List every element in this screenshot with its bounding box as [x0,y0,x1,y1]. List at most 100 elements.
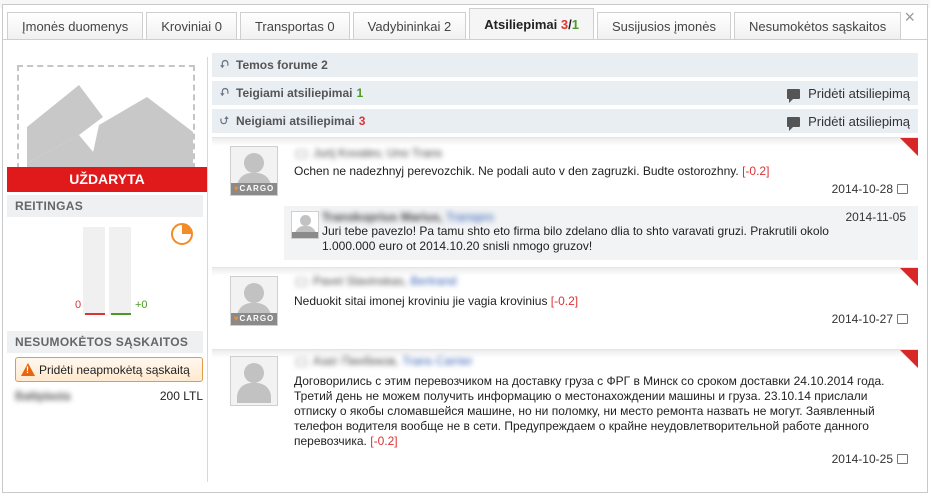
review-shade [212,138,918,146]
negative-reviews-count: 3 [358,114,366,128]
review-author-company: Bertrand [410,274,457,288]
add-unpaid-invoice-label: Pridėti neapmokėtą sąskaitą [39,362,190,377]
tab-managers[interactable]: Vadybininkai 2 [352,12,467,40]
positive-reviews-label: Teigiami atsiliepimai [236,86,353,100]
tab-reviews-count-negative: 3 [560,17,569,32]
reviews-panel: ⮏ Temos forume 2 ⮏ Teigiami atsiliepimai… [212,53,918,477]
negative-corner-marker [900,138,918,156]
negative-corner-marker [900,350,918,368]
company-status-badge: UŽDARYTA [7,167,207,192]
rating-positive-value: +0 [135,299,148,311]
cargo-logo: ♥CARGO [231,183,277,195]
reply-icon[interactable] [897,454,908,464]
tab-bar: Įmonės duomenys Kroviniai 0 Transportas … [7,8,904,40]
reply-author-company: Transpro [446,210,494,224]
timer-icon [171,223,193,245]
review-text-body: Neduokit sitai imonej kroviniu jie vagia… [294,294,548,308]
invoice-amount: 200 LTL [159,389,203,403]
rating-negative-bar [83,227,105,315]
add-negative-review-label: Pridėti atsiliepimą [808,114,910,129]
rating-title: REITINGAS [7,195,203,217]
review-author[interactable]: Pavel Slavinskas, Bertrand [296,274,456,288]
comment-icon [787,88,801,103]
chevron-double-down-icon: ⮏ [220,86,229,99]
reply-date: 2014-11-05 [845,210,907,224]
avatar[interactable]: ♥CARGO [230,276,278,326]
rating-positive-line [111,313,131,315]
rating-negative-line [85,313,105,315]
unpaid-invoices-title: NESUMOKĖTOS SĄSKAITOS [7,331,203,353]
review-author-name: Азат Пинбеков, [313,354,403,368]
review-item: ♥CARGO Jurij Kovalev, Uno Trans Ochen ne… [212,137,918,267]
review-date-text: 2014-10-25 [831,452,893,466]
add-unpaid-invoice-button[interactable]: Pridėti neapmokėtą sąskaitą [15,357,203,382]
tab-underline [3,39,927,40]
forum-topics-section[interactable]: ⮏ Temos forume 2 [212,53,918,77]
invoice-row: Baltiplasta 200 LTL [15,389,203,403]
review-score: [-0.2] [370,434,398,448]
mountain-image-icon [27,85,193,167]
company-logo-placeholder [17,65,195,169]
rating-widget: 0 +0 [7,219,207,319]
review-text: Договорились с этим перевозчиком на дост… [294,374,890,449]
positive-reviews-section[interactable]: ⮏ Teigiami atsiliepimai 1 Pridėti atsilie… [212,81,918,105]
comment-icon [787,116,801,131]
review-date: 2014-10-28 [832,182,908,196]
review-reply: Transkoprius Marius, Transpro 2014-11-05… [284,206,918,260]
review-author-name: Pavel Slavinskas, [313,274,411,288]
reply-author-name: Transkoprius Marius, [322,210,447,224]
review-text: Neduokit sitai imonej kroviniu jie vagia… [294,294,890,309]
tab-reviews-label: Atsiliepimai [484,17,561,32]
column-divider [207,57,208,482]
review-text: Ochen ne nadezhnyj perevozchik. Ne podal… [294,164,890,179]
reply-text: Juri tebe pavezlo! Pa tamu shto eto firm… [322,224,829,253]
mail-icon [296,149,307,158]
review-text-body: Ochen ne nadezhnyj perevozchik. Ne podal… [294,164,739,178]
chevron-double-up-icon: ⮍ [220,114,229,127]
mail-icon [296,357,307,366]
reply-author[interactable]: Transkoprius Marius, Transpro [322,210,494,224]
negative-reviews-section[interactable]: ⮍ Neigiami atsiliepimai 3 Pridėti atsilie… [212,109,918,133]
review-author[interactable]: Jurij Kovalev, Uno Trans [296,146,442,160]
tab-company-data[interactable]: Įmonės duomenys [7,12,144,40]
review-date: 2014-10-27 [832,312,908,326]
mail-icon [296,277,307,286]
negative-corner-marker [900,268,918,286]
forum-topics-label: Temos forume [236,58,318,72]
reply-icon[interactable] [897,184,908,194]
avatar[interactable] [230,356,278,406]
reply-avatar[interactable] [291,211,319,239]
review-author-company: Trans Carrier [402,354,473,368]
tab-related-companies[interactable]: Susijusios įmonės [596,12,731,40]
review-date-text: 2014-10-28 [831,182,893,196]
review-score: [-0.2] [550,294,579,308]
review-author-name: Jurij Kovalev, Uno Trans [313,146,443,160]
tab-transport[interactable]: Transportas 0 [239,12,350,40]
add-positive-review-link[interactable]: Pridėti atsiliepimą [787,86,910,103]
reply-icon[interactable] [897,314,908,324]
tab-cargo[interactable]: Kroviniai 0 [146,12,237,40]
add-positive-review-label: Pridėti atsiliepimą [808,86,910,101]
positive-reviews-count: 1 [356,86,364,100]
review-date-text: 2014-10-27 [831,312,893,326]
cargo-logo: ♥CARGO [231,313,277,325]
add-negative-review-link[interactable]: Pridėti atsiliepimą [787,114,910,131]
review-item: Азат Пинбеков, Trans Carrier Договорилис… [212,349,918,477]
avatar[interactable]: ♥CARGO [230,146,278,196]
chevron-double-down-icon: ⮏ [220,58,229,71]
review-author[interactable]: Азат Пинбеков, Trans Carrier [296,354,472,368]
close-icon[interactable]: × [904,7,915,28]
review-date: 2014-10-25 [832,452,908,466]
invoice-company-name[interactable]: Baltiplasta [15,389,70,403]
rating-negative-value: 0 [75,299,82,311]
warning-icon [21,363,35,376]
tab-reviews-count-positive: 1 [571,17,579,32]
review-item: ♥CARGO Pavel Slavinskas, Bertrand Neduok… [212,267,918,349]
tab-unpaid-invoices[interactable]: Nesumokėtos sąskaitos [733,12,902,40]
forum-topics-count: 2 [321,58,328,72]
company-sidebar: UŽDARYTA REITINGAS 0 +0 NESUMOKĖTOS SĄSK… [5,57,207,482]
company-dialog: Įmonės duomenys Kroviniai 0 Transportas … [2,4,928,493]
rating-positive-bar [109,227,131,315]
negative-reviews-label: Neigiami atsiliepimai [236,114,355,128]
tab-reviews[interactable]: Atsiliepimai 3/1 [469,8,594,40]
